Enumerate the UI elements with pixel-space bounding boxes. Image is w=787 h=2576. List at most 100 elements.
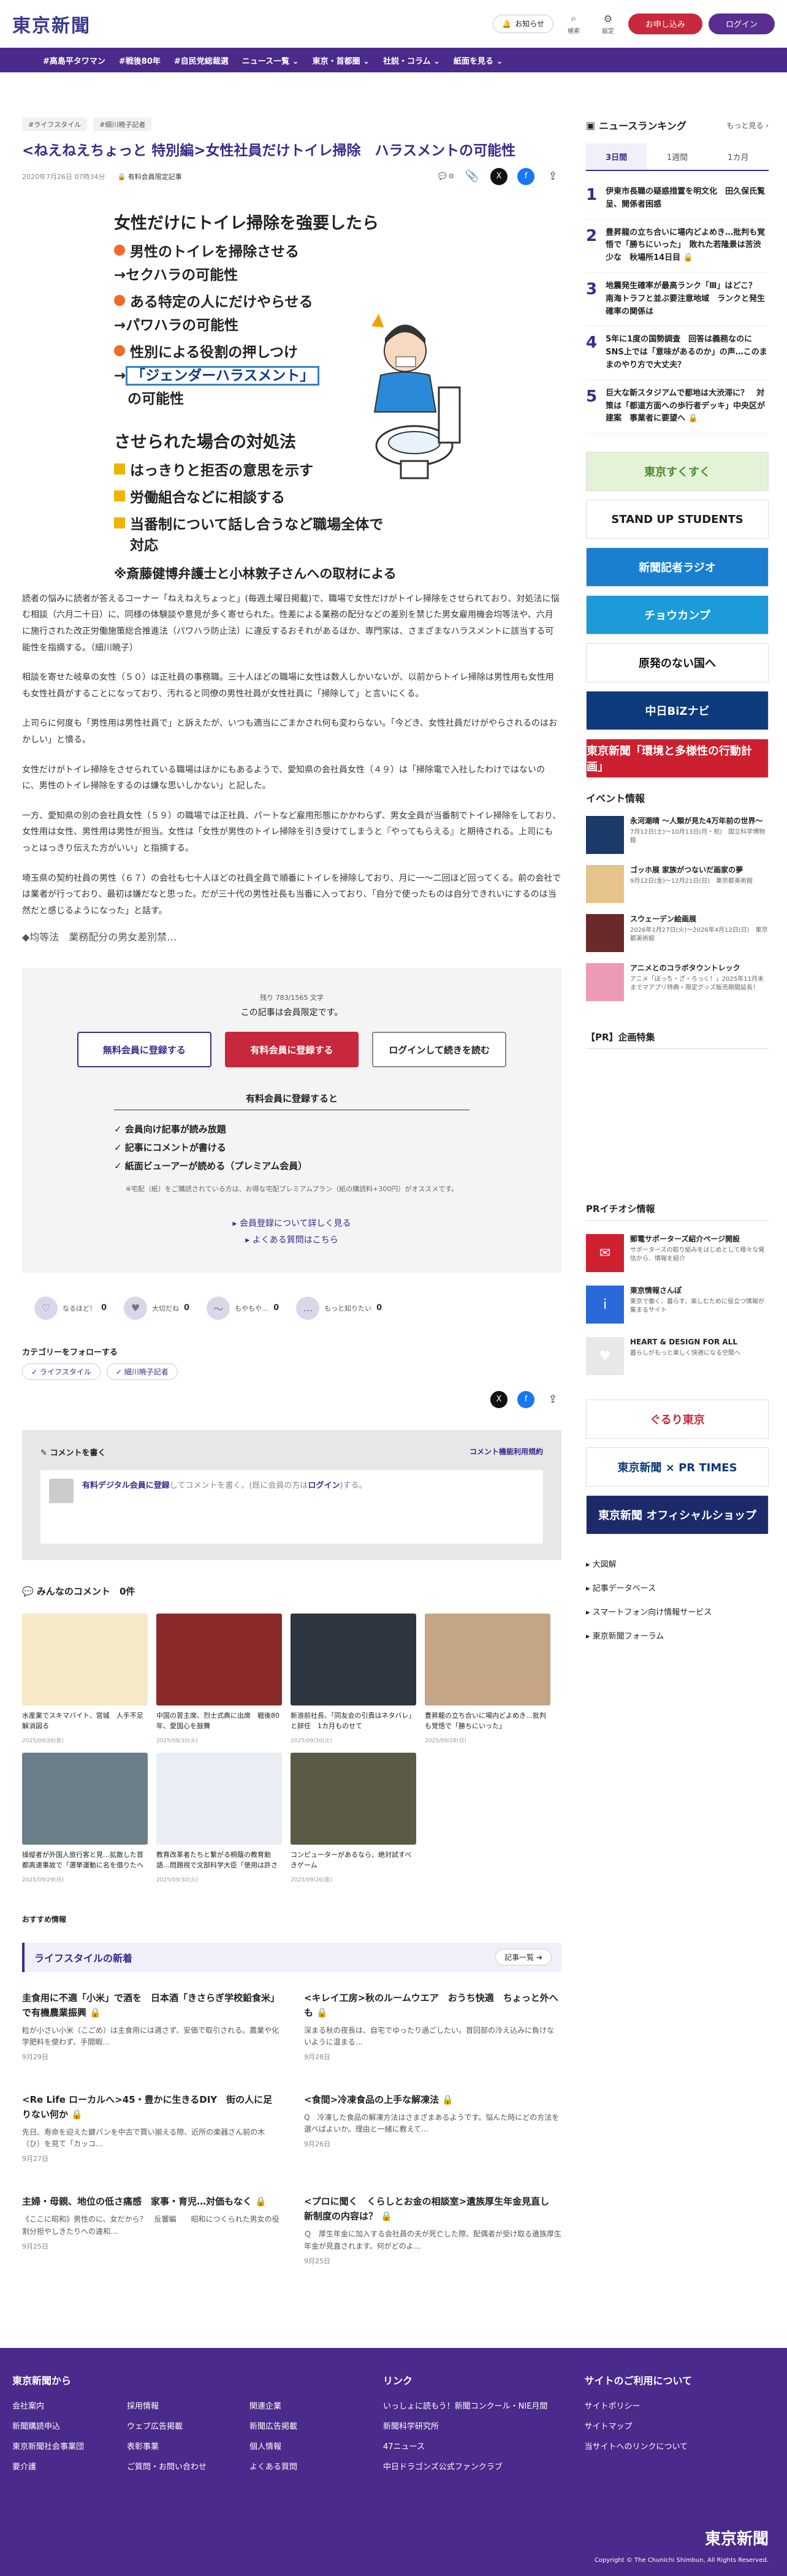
x-share-icon[interactable]: X bbox=[490, 1390, 508, 1408]
reaction-button[interactable]: 〜もやもや… 0 bbox=[207, 1296, 279, 1320]
paid-register-button[interactable]: 有料会員に登録する bbox=[224, 1032, 359, 1068]
nav-item[interactable]: #高島平タワマン bbox=[43, 55, 105, 66]
footer-link[interactable]: 採用情報 bbox=[127, 2399, 207, 2411]
nav-item[interactable]: 社説・コラム ⌄ bbox=[383, 55, 440, 66]
lifestyle-item[interactable]: <Re Life ローカルへ>45・豊かに生きるDIY 街の人に足りない何か 🔒… bbox=[22, 2092, 279, 2163]
footer-link[interactable]: サイトポリシー bbox=[584, 2399, 692, 2411]
event-item[interactable]: スウェーデン絵画展 2026年1月27日(火)〜2026年4月12日(日) 東京都… bbox=[586, 914, 769, 953]
nav-item[interactable]: ニュース一覧 ⌄ bbox=[242, 55, 299, 66]
digital-register-link[interactable]: 有料デジタル会員に登録 bbox=[82, 1481, 170, 1490]
related-card[interactable]: 教育改革者たちと繋がる桐蔭の教育勅語…問題視で文部科学大臣「使用は許されない」 2… bbox=[156, 1752, 282, 1883]
footer-link[interactable]: ウェブ広告掲載 bbox=[127, 2420, 207, 2431]
nav-item[interactable]: 東京・首都圏 ⌄ bbox=[313, 55, 370, 66]
nav-item[interactable]: #自民党総裁選 bbox=[174, 55, 229, 66]
sidebar-banner[interactable]: 東京新聞「環境と多様性の行動計画」 bbox=[586, 739, 769, 779]
sidebar-link[interactable]: ▸ 東京新聞フォーラム bbox=[586, 1625, 769, 1648]
share-icon[interactable]: ⇪ bbox=[544, 1391, 561, 1408]
site-logo[interactable]: 東京新聞 bbox=[12, 10, 91, 37]
sidebar-banner[interactable]: 東京すくすく bbox=[586, 452, 769, 492]
footer-link[interactable]: 会社案内 bbox=[12, 2399, 84, 2411]
sidebar-banner[interactable]: 新聞記者ラジオ bbox=[586, 547, 769, 587]
footer-link[interactable]: ご質問・お問い合わせ bbox=[127, 2460, 207, 2472]
sidebar-banner[interactable]: 原発のない国へ bbox=[586, 643, 769, 683]
pr-item[interactable]: i 東京情報さんぽ 東京で働く、暮らす、楽しむために役立つ情報が集まるサイト bbox=[586, 1286, 769, 1324]
sidebar-link[interactable]: ▸ 記事データベース bbox=[586, 1577, 769, 1601]
sidebar-link[interactable]: ▸ 大図解 bbox=[586, 1553, 769, 1577]
event-item[interactable]: 永河潮晴 〜人類が見た4万年前の世界〜 7月12日(土)〜10月13日(月・祝) … bbox=[586, 816, 769, 855]
sidebar-banner[interactable]: 中日BiZナビ bbox=[586, 691, 769, 731]
share-icon[interactable]: ⇪ bbox=[544, 168, 561, 185]
reaction-button[interactable]: ♥ 大切だね 0 bbox=[124, 1296, 189, 1320]
related-card[interactable]: コンピューターがあるなら、絶対試すべきゲーム 2025/09/26(金) bbox=[291, 1752, 416, 1883]
lifestyle-item[interactable]: <プロに聞く くらしとお金の相談室>遺族厚生年金見直し 新制度の内容は？ 🔒 Ｑ … bbox=[304, 2194, 561, 2265]
footer-link[interactable]: 関連企業 bbox=[249, 2399, 297, 2411]
search-button[interactable]: ⌕ 検索 bbox=[560, 12, 588, 35]
tag-link[interactable]: #ライフスタイル bbox=[22, 118, 88, 131]
event-item[interactable]: アニメとのコラボタウントレック アニメ「ぼっち・ざ・ろっく！」2025年11月未ま… bbox=[586, 963, 769, 1002]
nav-item[interactable]: #戦後80年 bbox=[119, 55, 161, 66]
sidebar-banner[interactable]: 東京新聞 オフィシャルショップ bbox=[586, 1495, 769, 1535]
free-register-button[interactable]: 無料会員に登録する bbox=[77, 1032, 211, 1068]
event-item[interactable]: ゴッホ展 家族がつないだ画家の夢 9月12日(金)〜12月21日(日) 東京都美術… bbox=[586, 865, 769, 904]
membership-details-link[interactable]: ▸ 会員登録について詳しく見る bbox=[77, 1216, 506, 1232]
related-card[interactable]: 操縦者が外国人旅行客と見…拡散した首都高速事故で「選挙運動に名を借りたヘイト」の… bbox=[22, 1752, 148, 1883]
login-button[interactable]: ログイン bbox=[708, 13, 775, 34]
ranking-item[interactable]: 4 5年に1度の国勢調査 回答は義務なのにSNS上では「意味があるのか」の声…この… bbox=[586, 326, 769, 380]
sidebar-banner[interactable]: 東京新聞 × PR TIMES bbox=[586, 1447, 769, 1487]
ranking-item[interactable]: 1 伊東市長職の疑惑措置を明文化 田久保氏覧呈、開係者困惑 bbox=[586, 178, 769, 219]
related-card[interactable]: 中国の習主席、烈士式典に出席 戦後80年、愛国心を鼓舞 2025/09/30(火) bbox=[156, 1613, 282, 1744]
pr-item[interactable]: ♥ HEART & DESIGN FOR ALL 暮らしがもっと楽しく快適になる空間… bbox=[586, 1337, 769, 1376]
footer-link[interactable]: 中日ドラゴンズ公式ファンクラブ bbox=[383, 2460, 547, 2472]
follow-tag[interactable]: ✓ ライフスタイル bbox=[22, 1363, 101, 1380]
sidebar-banner[interactable]: STAND UP STUDENTS bbox=[586, 500, 769, 539]
reaction-button[interactable]: … もっと知りたい 0 bbox=[296, 1296, 382, 1320]
facebook-share-icon[interactable]: f bbox=[517, 1390, 534, 1408]
footer-link[interactable]: 東京新聞社会事業団 bbox=[12, 2440, 84, 2452]
clip-icon[interactable]: 📎 bbox=[463, 168, 481, 185]
footer-link[interactable]: 表彰事業 bbox=[127, 2440, 207, 2452]
footer-link[interactable]: 新聞科学研究所 bbox=[383, 2420, 547, 2431]
comment-login-link[interactable]: ログイン bbox=[308, 1481, 340, 1490]
comment-input[interactable]: 有料デジタル会員に登録してコメントを書く。(既に会員の方はログイン)する。 bbox=[40, 1469, 543, 1544]
tab-3days[interactable]: 3日間 bbox=[586, 143, 647, 170]
lifestyle-item[interactable]: 圭食用に不適「小米」で酒を 日本酒「きさらぎ学校鉛食米」で有機農業振興 🔒 粒が小… bbox=[22, 1991, 279, 2062]
related-card[interactable]: 水産業でスキマバイト、宮城 人手不足解消図る 2025/09/26(金) bbox=[22, 1613, 148, 1744]
notify-button[interactable]: 🔔 お知らせ bbox=[493, 14, 553, 33]
comment-count[interactable]: 💬 0 bbox=[438, 172, 454, 180]
sidebar-banner[interactable]: チョウカンプ bbox=[586, 595, 769, 635]
settings-button[interactable]: ⚙ 設定 bbox=[594, 13, 622, 35]
pr-item[interactable]: ✉ 郵電サポーターズ紹介ページ開設 サポーターズの取り組みをはじめとして様々な発信か… bbox=[586, 1234, 769, 1273]
tab-1month[interactable]: 1カ月 bbox=[708, 143, 769, 170]
ranking-more-link[interactable]: もっと見る › bbox=[726, 120, 769, 131]
faq-link[interactable]: ▸ よくある質問はこちら bbox=[77, 1232, 506, 1249]
lifestyle-item[interactable]: 主婦・母親、地位の低さ痛感 家事・育児…対価もなく 🔒 《ここに昭和》男性のに、女… bbox=[22, 2194, 279, 2265]
follow-tag[interactable]: ✓ 細川暁子記者 bbox=[106, 1363, 178, 1380]
footer-link[interactable]: サイトマップ bbox=[584, 2420, 692, 2431]
related-card[interactable]: 新浪前社長、「同友会の引責はネタバレ」と辞任 1カ月ものせて 2025/09/30… bbox=[291, 1613, 416, 1744]
nav-item[interactable]: 紙面を見る ⌄ bbox=[454, 55, 503, 66]
tag-link[interactable]: #細川暁子記者 bbox=[93, 118, 152, 131]
footer-link[interactable]: 新聞広告掲載 bbox=[249, 2420, 297, 2431]
tab-1week[interactable]: 1週間 bbox=[647, 143, 707, 170]
footer-link[interactable]: 要介護 bbox=[12, 2460, 84, 2472]
x-share-icon[interactable]: X bbox=[490, 167, 508, 185]
ranking-item[interactable]: 5 巨大な新スタジアムで都地は大渋滞に？ 対策は「都道方面への歩行者デッキ」中央区… bbox=[586, 380, 769, 434]
footer-link[interactable]: よくある質問 bbox=[249, 2460, 297, 2472]
footer-link[interactable]: いっしょに読もう！新聞コンクール・NIE月間 bbox=[383, 2399, 547, 2411]
register-button[interactable]: お申し込み bbox=[628, 13, 702, 34]
sidebar-link[interactable]: ▸ スマートフォン向け情報サービス bbox=[586, 1601, 769, 1625]
login-continue-button[interactable]: ログインして続きを読む bbox=[372, 1032, 507, 1068]
footer-link[interactable]: 新聞購読申込 bbox=[12, 2420, 84, 2431]
footer-logo[interactable]: 東京新聞 bbox=[705, 2526, 769, 2549]
lifestyle-item[interactable]: <食間>冷凍食品の上手な解凍法 🔒 Q 冷凍した食品の解凍方法はさまざまあるようで… bbox=[304, 2092, 561, 2163]
facebook-share-icon[interactable]: f bbox=[517, 167, 534, 185]
ranking-item[interactable]: 2 豊昇龍の立ち合いに場内どよめき…批判も覚悟で「勝ちにいった」 敗れた若隆景は苦… bbox=[586, 219, 769, 273]
sidebar-banner[interactable]: ぐるり東京 bbox=[586, 1400, 769, 1439]
footer-link[interactable]: 個人情報 bbox=[249, 2440, 297, 2452]
footer-link[interactable]: 当サイトへのリンクについて bbox=[584, 2440, 692, 2452]
ranking-item[interactable]: 3 地震発生確率が最高ランク「Ⅲ」はどこ？ 南海トラフと並ぶ要注意地域 ランクと発… bbox=[586, 273, 769, 327]
reaction-button[interactable]: ♡ なるほど！ 0 bbox=[34, 1296, 107, 1320]
article-list-button[interactable]: 記事一覧 ➔ bbox=[495, 1949, 552, 1966]
footer-link[interactable]: 47ニュース bbox=[383, 2440, 547, 2452]
comment-rules-link[interactable]: コメント機能利用規約 bbox=[470, 1446, 543, 1458]
